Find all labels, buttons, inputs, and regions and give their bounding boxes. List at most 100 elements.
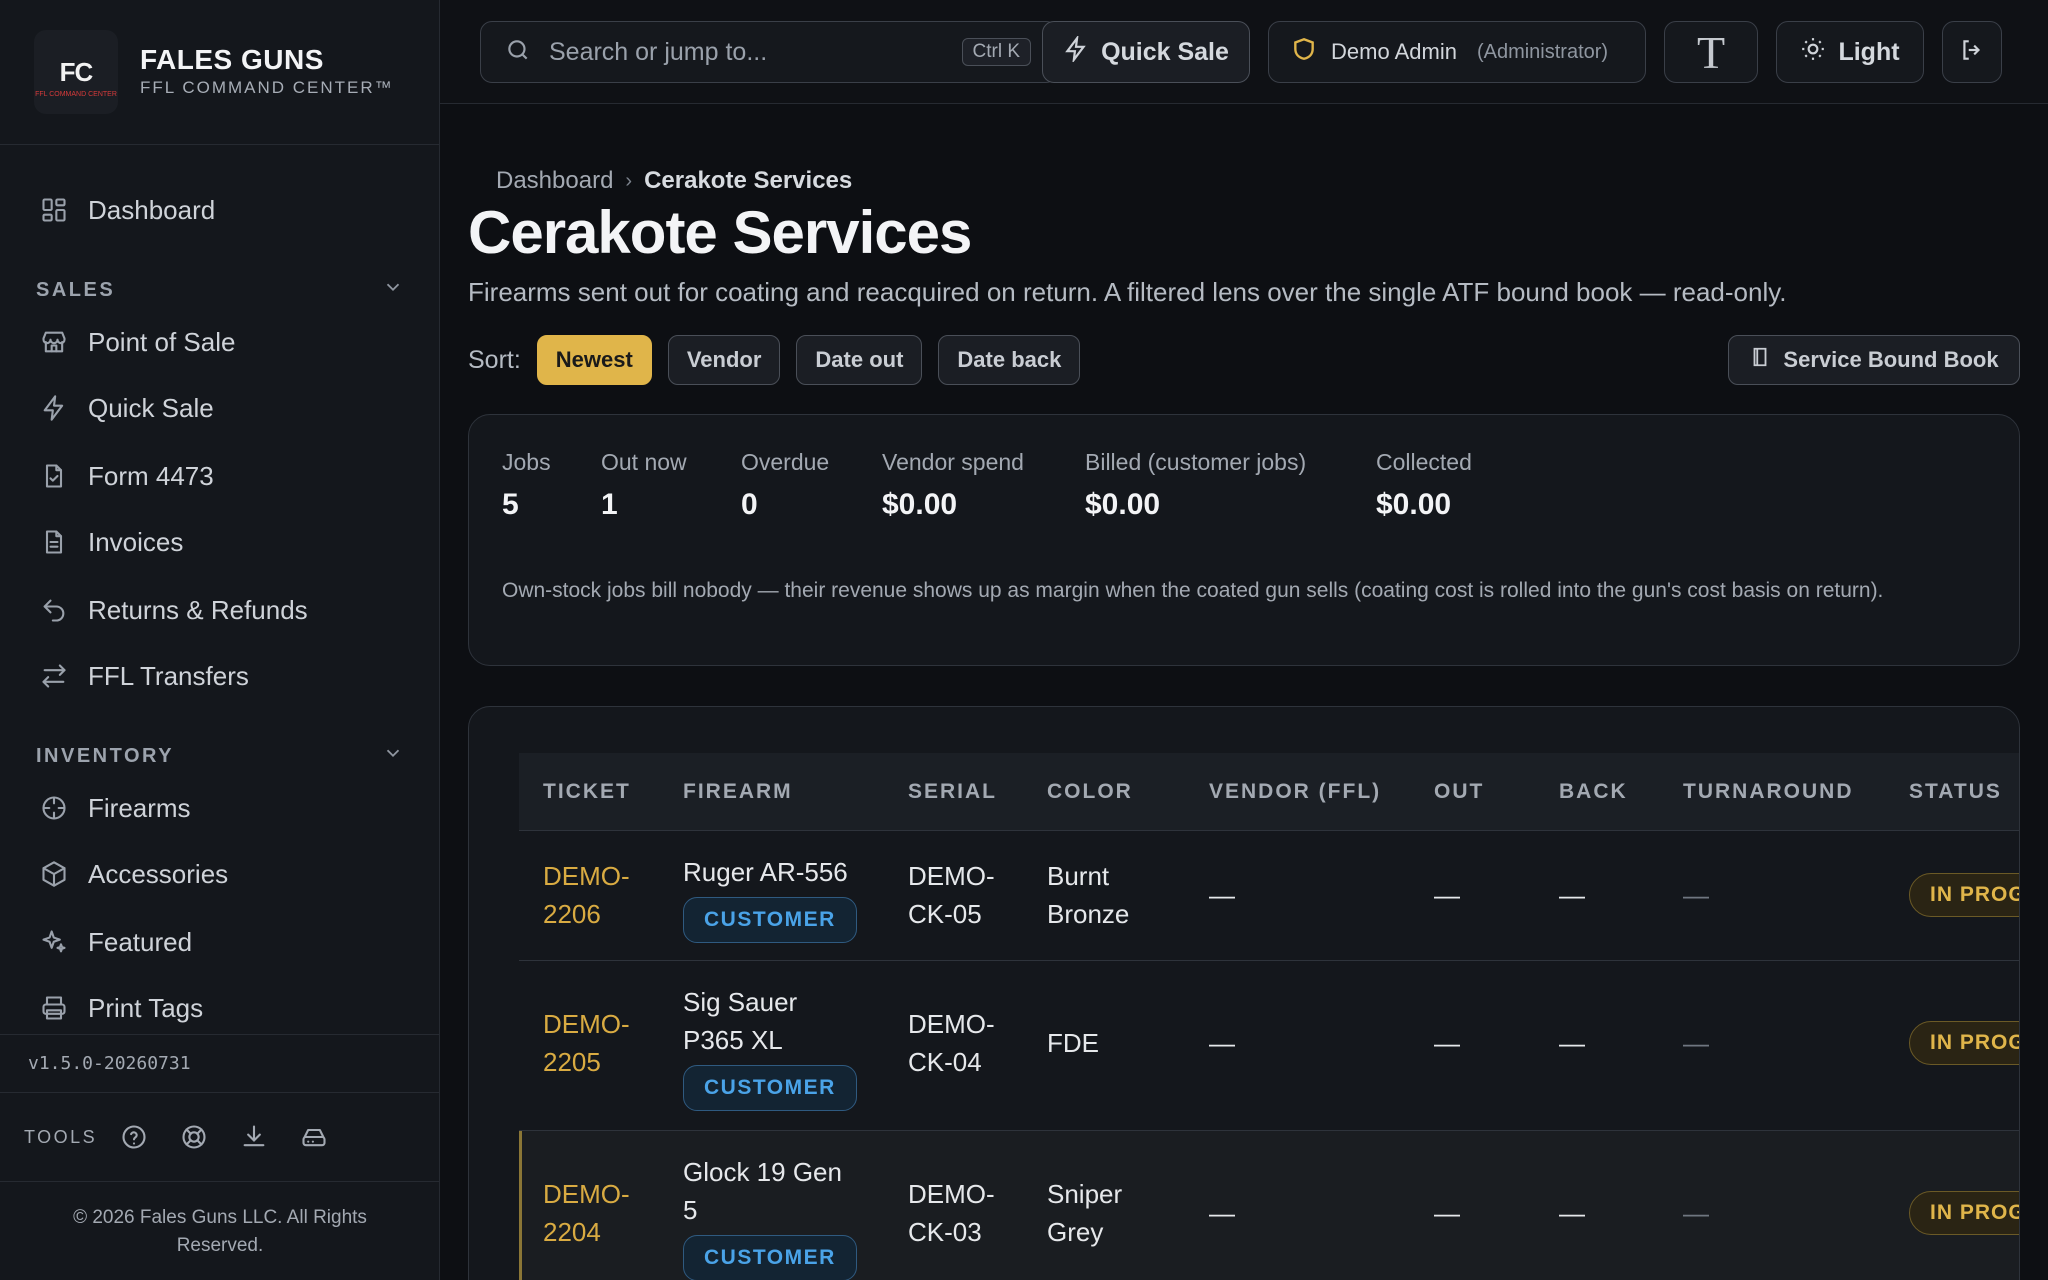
column-header[interactable]: FIREARM <box>683 753 793 831</box>
serial-line: DEMO- <box>908 1179 995 1209</box>
back-cell: — <box>1559 880 1585 910</box>
app-root: FC FFL COMMAND CENTER FALES GUNS FFL COM… <box>0 0 2048 1280</box>
font-size-toggle[interactable]: T <box>1664 21 1758 83</box>
customer-badge: CUSTOMER <box>683 1235 857 1280</box>
page-description: Firearms sent out for coating and reacqu… <box>468 277 1787 307</box>
turnaround-cell: — <box>1683 1028 1709 1058</box>
stat-value: $0.00 <box>1376 488 1452 521</box>
sidebar-item-ffl-transfers[interactable]: FFL Transfers <box>0 648 440 704</box>
sidebar-item-dashboard[interactable]: Dashboard <box>0 182 440 238</box>
stat-label: Out now <box>601 449 687 475</box>
sidebar-item-invoices[interactable]: Invoices <box>0 514 440 570</box>
column-header[interactable]: OUT <box>1434 753 1484 831</box>
box-icon <box>40 860 68 888</box>
user-menu[interactable]: Demo Admin (Administrator) <box>1268 21 1646 83</box>
breadcrumb-root[interactable]: Dashboard <box>496 167 613 195</box>
table-row[interactable]: DEMO- 2206 Ruger AR-556 CUSTOMER DEMO- C… <box>519 831 2019 961</box>
status-badge: IN PROGRESS <box>1909 1191 2019 1235</box>
sidebar-item-print-tags[interactable]: Print Tags <box>0 980 440 1036</box>
back-cell: — <box>1559 1198 1585 1228</box>
stat-value: $0.00 <box>882 488 958 521</box>
column-header[interactable]: BACK <box>1559 753 1628 831</box>
column-header[interactable]: TURNAROUND <box>1683 753 1854 831</box>
stat-value: 1 <box>601 488 618 521</box>
search-icon <box>505 37 549 68</box>
column-header[interactable]: SERIAL <box>908 753 997 831</box>
lifebuoy-icon[interactable] <box>179 1122 209 1152</box>
out-cell: — <box>1434 1198 1460 1228</box>
service-bound-book-label: Service Bound Book <box>1783 347 1999 372</box>
color-cell: Burnt Bronze <box>1047 857 1129 933</box>
sort-date-back-button[interactable]: Date back <box>938 335 1081 385</box>
serial-line: DEMO- <box>908 861 995 891</box>
stat-out-now: Out now 1 <box>601 449 687 522</box>
sidebar-item-label: Dashboard <box>88 194 216 225</box>
section-label: SALES <box>36 278 116 301</box>
ticket-cell[interactable]: DEMO- 2206 <box>543 857 630 933</box>
stat-label: Jobs <box>502 449 551 475</box>
theme-label: Light <box>1838 37 1900 66</box>
help-icon[interactable] <box>119 1122 149 1152</box>
brand-logo[interactable]: FC FFL COMMAND CENTER <box>34 30 118 114</box>
stats-card: Jobs 5 Out now 1 Overdue 0 Vendor spend … <box>468 414 2020 666</box>
stats-note: Own-stock jobs bill nobody — their reven… <box>502 579 1884 602</box>
jobs-table: TICKET FIREARM SERIAL COLOR VENDOR (FFL)… <box>468 706 2020 1280</box>
user-name: Demo Admin <box>1331 39 1457 64</box>
brand-name: FALES GUNS <box>140 44 324 75</box>
stat-billed: Billed (customer jobs) $0.00 <box>1085 449 1306 522</box>
sort-date-out-button[interactable]: Date out <box>796 335 923 385</box>
sidebar-item-label: Featured <box>88 926 193 957</box>
turnaround-cell: — <box>1683 880 1709 910</box>
logout-button[interactable] <box>1942 21 2002 83</box>
color-line: FDE <box>1047 1028 1099 1058</box>
search-shortcut: Ctrl K <box>961 38 1031 66</box>
transfer-icon <box>40 662 68 690</box>
quick-sale-button[interactable]: Quick Sale <box>1042 21 1250 83</box>
sidebar-item-accessories[interactable]: Accessories <box>0 846 440 902</box>
ticket-cell[interactable]: DEMO- 2205 <box>543 1005 630 1081</box>
firearm-name: Ruger AR-556 <box>683 857 848 887</box>
search-input[interactable]: Search or jump to... Ctrl K <box>480 21 1058 83</box>
firearm-name-line2: P365 XL <box>683 1025 783 1055</box>
table-row[interactable]: DEMO- 2205 Sig Sauer P365 XL CUSTOMER DE… <box>519 961 2019 1131</box>
sort-vendor-button[interactable]: Vendor <box>667 335 781 385</box>
color-line: Bronze <box>1047 899 1130 929</box>
app-version: v1.5.0-20260731 <box>0 1034 440 1092</box>
column-header[interactable]: VENDOR (FFL) <box>1209 753 1381 831</box>
stat-collected: Collected $0.00 <box>1376 449 1472 522</box>
serial-line: CK-05 <box>908 899 982 929</box>
customer-badge: CUSTOMER <box>683 1065 857 1111</box>
stat-label: Overdue <box>741 449 830 475</box>
section-inventory[interactable]: INVENTORY <box>36 742 404 770</box>
vendor-cell: — <box>1209 1198 1235 1228</box>
download-icon[interactable] <box>239 1122 269 1152</box>
ticket-cell[interactable]: DEMO- 2204 <box>543 1175 630 1251</box>
search-placeholder: Search or jump to... <box>549 37 768 66</box>
sort-newest-button[interactable]: Newest <box>536 335 652 385</box>
theme-toggle[interactable]: Light <box>1776 21 1924 83</box>
column-header[interactable]: COLOR <box>1047 753 1133 831</box>
table-row[interactable]: DEMO- 2204 Glock 19 Gen 5 CUSTOMER DEMO-… <box>519 1131 2019 1280</box>
sidebar-item-firearms[interactable]: Firearms <box>0 780 440 836</box>
brand-subtitle: FFL COMMAND CENTER™ <box>140 78 394 97</box>
serial-cell: DEMO- CK-04 <box>908 1005 995 1081</box>
vendor-cell: — <box>1209 880 1235 910</box>
stat-label: Billed (customer jobs) <box>1085 449 1307 475</box>
column-header[interactable]: TICKET <box>543 753 631 831</box>
user-role: (Administrator) <box>1476 40 1609 63</box>
serial-cell: DEMO- CK-03 <box>908 1175 995 1251</box>
sidebar-item-featured[interactable]: Featured <box>0 914 440 970</box>
column-header[interactable]: STATUS <box>1909 753 2002 831</box>
service-bound-book-button[interactable]: Service Bound Book <box>1728 335 2020 385</box>
sidebar-item-form-4473[interactable]: Form 4473 <box>0 448 440 504</box>
sidebar-item-returns-refunds[interactable]: Returns & Refunds <box>0 582 440 638</box>
hard-drive-icon[interactable] <box>299 1122 329 1152</box>
sidebar-item-point-of-sale[interactable]: Point of Sale <box>0 314 440 370</box>
sidebar-item-label: Returns & Refunds <box>88 594 308 625</box>
logo-small-text: FFL COMMAND CENTER <box>35 91 117 98</box>
sidebar-item-quick-sale[interactable]: Quick Sale <box>0 380 440 436</box>
chevron-down-icon <box>382 742 404 770</box>
stat-label: Vendor spend <box>882 449 1024 475</box>
serial-line: CK-03 <box>908 1217 982 1247</box>
section-sales[interactable]: SALES <box>36 276 404 304</box>
